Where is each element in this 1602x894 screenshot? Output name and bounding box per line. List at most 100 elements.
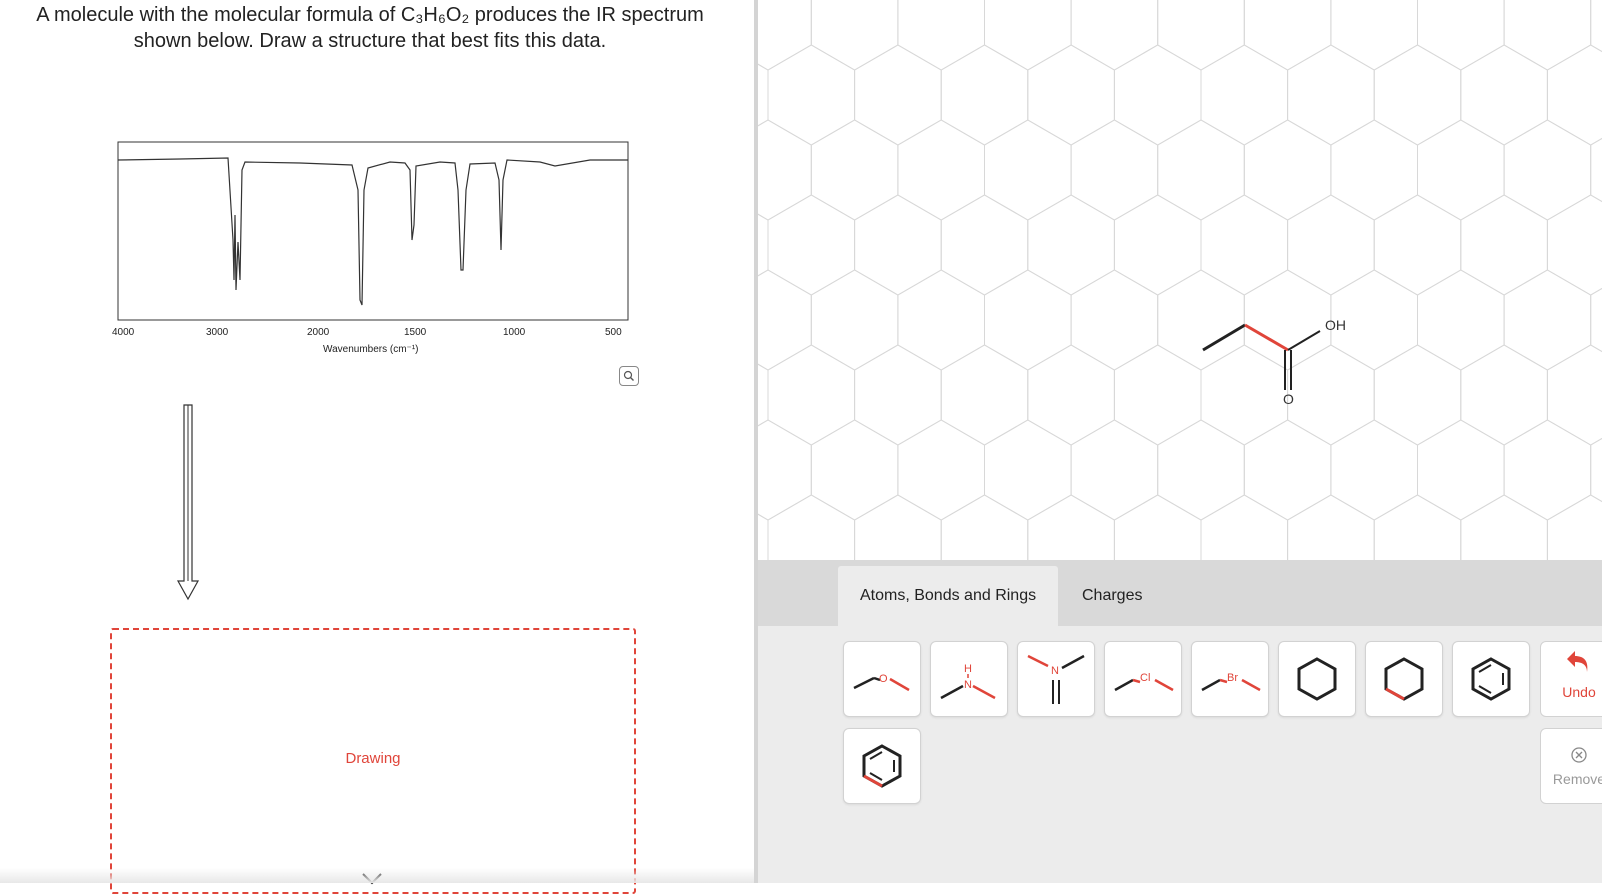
grid-hex	[1503, 119, 1592, 221]
magnify-icon	[623, 370, 634, 381]
grid-hex	[940, 494, 1029, 560]
grid-hex	[1546, 194, 1602, 296]
grid-hex	[1417, 419, 1505, 521]
grid-hex	[1070, 269, 1159, 371]
grid-hex	[810, 419, 899, 521]
x-tick-4000: 4000	[112, 327, 135, 338]
grid-hex	[1373, 494, 1462, 560]
grid-hex	[1373, 344, 1462, 446]
grid-hex	[1330, 419, 1418, 521]
tool-cyclohexane-red[interactable]	[1365, 641, 1443, 717]
tool-benzene[interactable]	[1452, 641, 1530, 717]
tool-bromo[interactable]: Br	[1191, 641, 1269, 717]
grid-hex	[1200, 344, 1289, 446]
question-line-1: A molecule with the molecular formula of…	[36, 4, 704, 26]
remove-icon	[1571, 747, 1587, 763]
grid-hex	[854, 44, 942, 146]
grid-hex	[1590, 437, 1602, 503]
grid-hex	[767, 44, 856, 146]
tab-bar: Atoms, Bonds and Rings Charges	[758, 560, 1602, 626]
question-panel: A molecule with the molecular formula of…	[0, 0, 754, 894]
grid-hex	[1417, 0, 1505, 71]
grid-hex	[758, 119, 812, 221]
x-tick-1500: 1500	[404, 327, 427, 338]
drawing-area[interactable]: Drawing	[110, 628, 636, 894]
remove-button[interactable]: Remove	[1540, 728, 1602, 804]
benzene-highlight-icon	[862, 744, 902, 788]
grid-hex	[1287, 494, 1375, 560]
grid-hex	[1287, 194, 1375, 296]
svg-text:N: N	[1051, 665, 1059, 677]
grid-hex	[1330, 119, 1418, 221]
grid-hex	[1417, 119, 1505, 221]
x-tick-1000: 1000	[503, 327, 526, 338]
grid-hex	[854, 194, 942, 296]
grid-hex	[810, 269, 899, 371]
drawing-label: Drawing	[345, 750, 401, 767]
grid-hex	[1460, 194, 1548, 296]
grid-hex	[758, 0, 812, 71]
grid-hex	[854, 344, 942, 446]
down-arrow-icon	[176, 404, 200, 601]
x-axis-label: Wavenumbers (cm⁻¹)	[323, 344, 418, 355]
grid-hex	[1460, 494, 1548, 560]
grid-hex	[1027, 194, 1115, 296]
undo-icon	[1567, 651, 1588, 672]
grid-hex	[1243, 269, 1332, 371]
grid-hex	[1113, 194, 1202, 296]
ether-icon: O	[853, 673, 910, 692]
grid-hex	[758, 213, 769, 277]
chloro-icon: Cl	[1114, 672, 1174, 692]
zoom-button[interactable]	[619, 366, 639, 386]
grid-hex	[1027, 44, 1115, 146]
grid-hex	[1200, 194, 1289, 296]
x-tick-3000: 3000	[206, 327, 229, 338]
grid-hex	[767, 494, 856, 560]
svg-text:O: O	[879, 673, 888, 685]
benzene-icon	[1471, 657, 1511, 701]
tab-atoms-bonds-rings[interactable]: Atoms, Bonds and Rings	[838, 566, 1059, 626]
grid-hex	[1373, 194, 1462, 296]
grid-hex	[1460, 344, 1548, 446]
grid-hex	[767, 194, 856, 296]
grid-hex	[1157, 419, 1245, 521]
spectrum-trace	[117, 157, 628, 306]
tab-charges[interactable]: Charges	[1060, 566, 1164, 626]
svg-text:H: H	[964, 663, 972, 675]
grid-hex	[758, 419, 812, 521]
grid-hex	[1243, 119, 1332, 221]
grid-hex	[758, 63, 769, 127]
tool-chloro[interactable]: Cl	[1104, 641, 1182, 717]
grid-hex	[1330, 0, 1418, 71]
tool-ether-bond[interactable]: O	[843, 641, 921, 717]
grid-hex	[1157, 119, 1245, 221]
hex-grid	[758, 0, 1602, 560]
cyclohexane-icon	[1297, 657, 1337, 701]
svg-text:N: N	[964, 679, 972, 691]
scroll-fade	[0, 868, 754, 883]
grid-hex	[1590, 287, 1602, 353]
grid-hex	[1546, 344, 1602, 446]
grid-hex	[758, 363, 769, 427]
grid-hex	[1070, 419, 1159, 521]
question-line-2: shown below. Draw a structure that best …	[133, 30, 607, 52]
tool-cyclohexane[interactable]	[1278, 641, 1356, 717]
tool-benzene-red[interactable]	[843, 728, 921, 804]
tool-amine[interactable]: H N	[930, 641, 1008, 717]
drawing-canvas[interactable]: OH O	[758, 0, 1602, 560]
grid-hex	[1200, 44, 1289, 146]
undo-button[interactable]: Undo	[1540, 641, 1602, 717]
bromo-icon: Br	[1201, 672, 1261, 692]
tool-imine[interactable]: N	[1017, 641, 1095, 717]
grid-hex	[1243, 0, 1332, 71]
grid-hex	[1503, 269, 1592, 371]
grid-hex	[897, 0, 985, 71]
grid-hex	[854, 494, 942, 560]
grid-hex	[1417, 269, 1505, 371]
grid-hex	[897, 419, 985, 521]
grid-hex	[1287, 44, 1375, 146]
grid-hex	[1590, 0, 1602, 53]
grid-hex	[810, 119, 899, 221]
grid-hex	[1373, 44, 1462, 146]
editor-panel: OH O Atoms, Bonds and Rings Charges O H …	[758, 0, 1602, 883]
